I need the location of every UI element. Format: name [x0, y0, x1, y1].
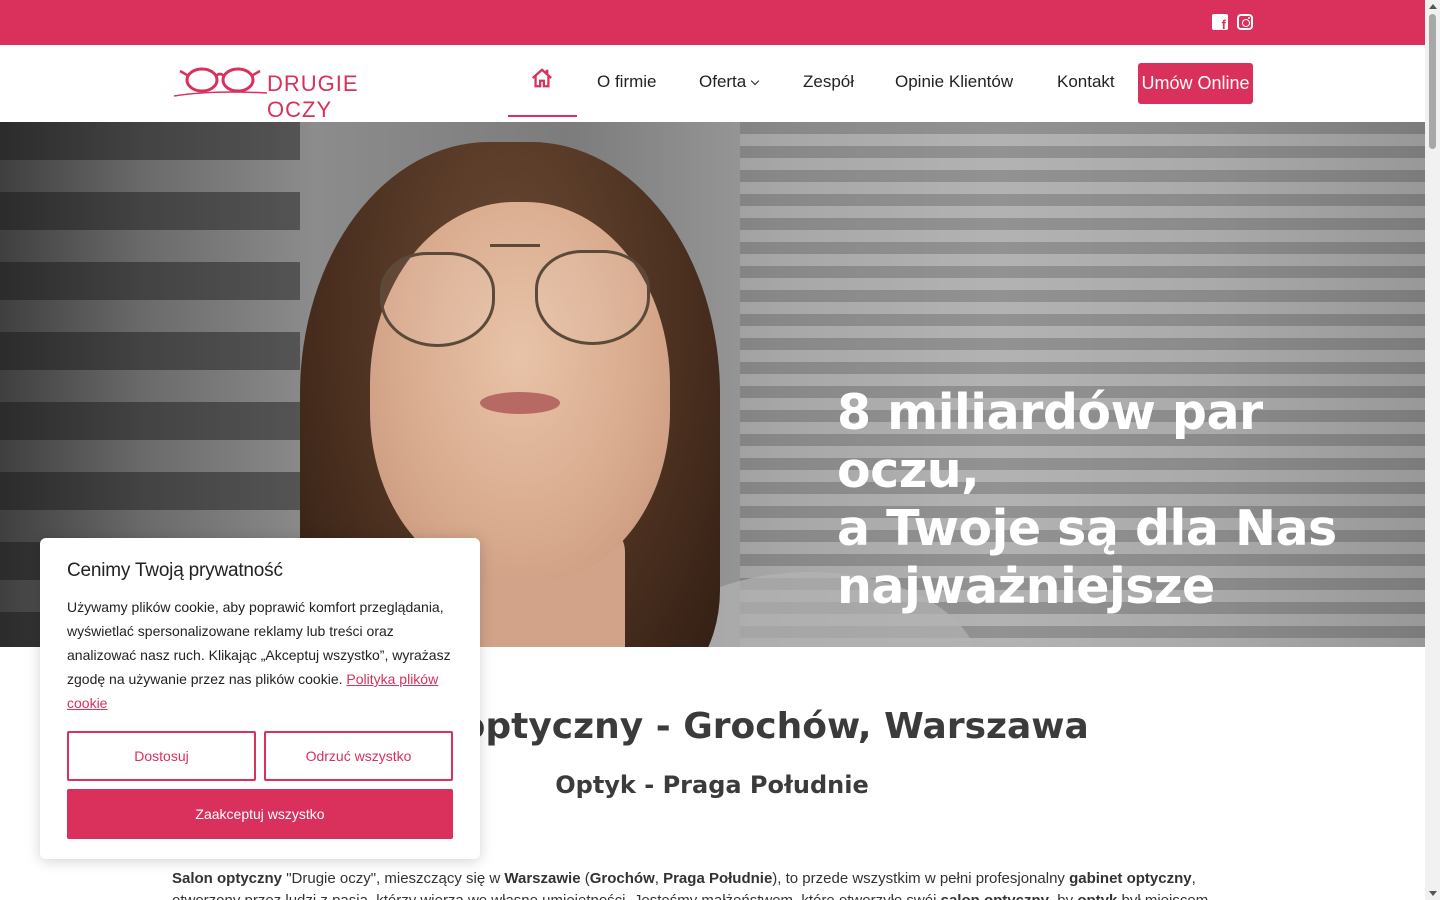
- logo[interactable]: DRUGIE OCZY: [172, 63, 427, 122]
- nav-item-home[interactable]: [508, 45, 577, 117]
- cookie-text: Używamy plików cookie, aby poprawić komf…: [67, 595, 452, 715]
- logo-text: DRUGIE OCZY: [267, 71, 359, 122]
- text: , by: [1049, 892, 1077, 900]
- glasses-lens-left: [380, 252, 495, 347]
- text-bold: gabinet optyczny: [1069, 870, 1192, 887]
- chevron-down-icon: [751, 76, 760, 86]
- text-bold: Praga Południe: [663, 870, 773, 887]
- hero-title-line-1: 8 miliardów par oczu,: [837, 384, 1263, 499]
- hero-title-line-2: a Twoje są dla Nas: [837, 500, 1337, 557]
- nav-item-opinie[interactable]: Opinie Klientów: [895, 72, 1013, 92]
- instagram-icon[interactable]: [1237, 14, 1253, 30]
- text-bold: Warszawie: [504, 870, 581, 887]
- hero-title-line-3: najważniejsze: [837, 558, 1215, 615]
- text-bold: Salon optyczny: [172, 870, 283, 887]
- glasses-lens-right: [535, 250, 650, 345]
- nav-item-zespol[interactable]: Zespół: [803, 72, 854, 92]
- scroll-up-arrow-icon[interactable]: [1429, 4, 1437, 9]
- text-bold: optyk: [1077, 892, 1117, 900]
- accept-all-button[interactable]: Zaakceptuj wszystko: [67, 789, 453, 839]
- scrollbar-thumb[interactable]: [1429, 14, 1436, 149]
- glasses-bridge: [490, 244, 540, 247]
- site-header: DRUGIE OCZY O firmie Oferta Zespół Opini…: [0, 45, 1425, 122]
- cookie-title: Cenimy Twoją prywatność: [67, 560, 283, 581]
- text: ,: [654, 870, 664, 887]
- nav-item-kontakt[interactable]: Kontakt: [1057, 72, 1115, 92]
- cookie-consent-dialog: Cenimy Twoją prywatność Używamy plików c…: [40, 538, 480, 859]
- text: ), to przede wszystkim w pełni profesjon…: [772, 870, 1070, 887]
- text: był miejscem: [1117, 892, 1209, 900]
- text-bold: Grochów: [589, 870, 655, 887]
- reject-all-button[interactable]: Odrzuć wszystko: [264, 731, 453, 781]
- book-online-button[interactable]: Umów Online: [1138, 63, 1253, 104]
- hero-title: 8 miliardów par oczu, a Twoje są dla Nas…: [837, 384, 1397, 616]
- nav-item-oferta[interactable]: Oferta: [699, 72, 760, 92]
- facebook-icon[interactable]: [1212, 14, 1228, 32]
- scroll-down-arrow-icon[interactable]: [1429, 891, 1437, 896]
- hero-photo-lips: [480, 392, 560, 414]
- nav-item-oferta-label: Oferta: [699, 72, 747, 91]
- nav-item-o-firmie[interactable]: O firmie: [597, 72, 657, 92]
- customize-button[interactable]: Dostosuj: [67, 731, 256, 781]
- text-bold: salon optyczny: [941, 892, 1049, 900]
- top-bar: [0, 0, 1425, 45]
- page-scrollbar[interactable]: [1425, 0, 1440, 900]
- glasses-logo-icon: [173, 67, 268, 97]
- text: (: [580, 870, 590, 887]
- home-icon: [532, 68, 552, 88]
- text: "Drugie oczy", mieszczący się w: [282, 870, 505, 887]
- intro-paragraph: Salon optyczny "Drugie oczy", mieszczący…: [172, 868, 1252, 900]
